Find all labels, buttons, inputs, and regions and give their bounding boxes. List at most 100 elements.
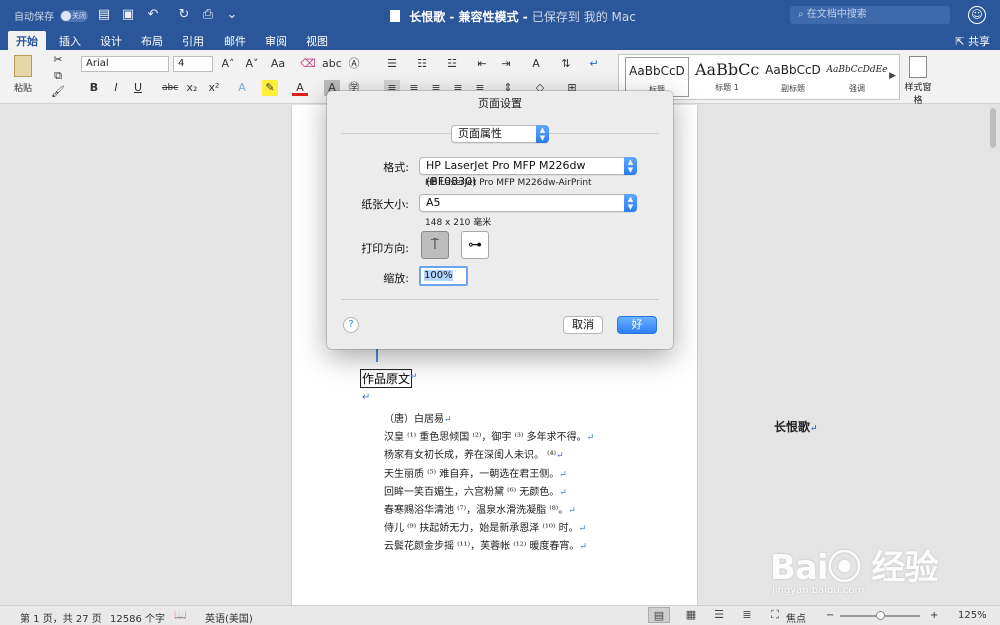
italic-button[interactable]: I: [108, 80, 124, 96]
help-button[interactable]: ?: [343, 317, 359, 333]
tab-layout[interactable]: 布局: [141, 33, 163, 49]
shrink-font-icon[interactable]: A˅: [244, 56, 260, 72]
style-heading-1[interactable]: AaBbCc 标题 1: [695, 57, 759, 97]
format-sub: HP LaserJet Pro MFP M226dw-AirPrint: [425, 178, 592, 188]
poem-line: 天生丽质 ⁽⁵⁾ 难自弃，一朝选在君王侧。↵: [384, 465, 594, 483]
tab-home[interactable]: 开始: [8, 31, 46, 50]
numbering-icon[interactable]: ☷: [414, 56, 430, 72]
superscript-button[interactable]: x²: [206, 80, 222, 96]
poem-body[interactable]: 长恨歌↵ （唐）白居易↵ 汉皇 ⁽¹⁾ 重色思倾国 ⁽²⁾，御宇 ⁽³⁾ 多年求…: [384, 410, 818, 556]
grow-font-icon[interactable]: A˄: [220, 56, 236, 72]
style-preview: AaBbCcD: [765, 63, 821, 77]
zoom-slider-knob[interactable]: [876, 611, 885, 620]
customize-toolbar-icon[interactable]: ⌄: [224, 7, 240, 23]
format-select[interactable]: HP LaserJet Pro MFP M226dw (BF0830) ▲ ▼: [419, 157, 637, 188]
character-border-icon[interactable]: Ⓐ: [346, 56, 362, 72]
web-layout-view-icon[interactable]: ▦: [680, 607, 702, 623]
styles-pane-icon: [909, 56, 927, 78]
bullets-icon[interactable]: ☰: [384, 56, 400, 72]
highlight-icon[interactable]: ✎: [262, 80, 278, 96]
paragraph-mark: ↵: [410, 372, 418, 382]
paper-size-select[interactable]: A5 ▲ ▼: [419, 194, 637, 212]
draft-view-icon[interactable]: ≣: [736, 607, 758, 623]
account-avatar-icon[interactable]: ☺: [968, 6, 986, 24]
paste-button[interactable]: 粘贴: [10, 55, 36, 94]
sort-icon[interactable]: ⇅: [558, 56, 574, 72]
chevron-updown-icon: ▲ ▼: [624, 194, 637, 212]
language-status[interactable]: 英语(美国): [205, 610, 253, 625]
save-icon[interactable]: ▣: [120, 7, 136, 23]
zoom-slider[interactable]: [840, 611, 920, 620]
underline-button[interactable]: U: [130, 80, 146, 96]
focus-icon[interactable]: ⛶: [764, 607, 786, 623]
tab-review[interactable]: 审阅: [265, 33, 287, 49]
word-count[interactable]: 12586 个字: [110, 610, 165, 625]
font-name-select[interactable]: Arial: [81, 56, 169, 72]
text-effects-icon[interactable]: A: [234, 80, 250, 96]
share-label: 共享: [968, 35, 990, 48]
doc-name: 长恨歌: [409, 10, 446, 24]
decrease-indent-icon[interactable]: ⇤: [474, 56, 490, 72]
landscape-orientation-icon[interactable]: ⊶: [461, 231, 489, 259]
section-heading[interactable]: 作品原文: [360, 369, 413, 388]
tab-design[interactable]: 设计: [100, 33, 122, 49]
share-icon: ⇱: [955, 35, 968, 48]
undo-icon[interactable]: ↶: [145, 7, 161, 23]
copy-icon[interactable]: ⧉: [50, 68, 66, 84]
ok-button[interactable]: 好: [617, 316, 657, 334]
proofing-icon[interactable]: 📖: [174, 610, 186, 621]
zoom-out-icon[interactable]: −: [826, 610, 834, 621]
poem-title: 长恨歌↵: [774, 418, 818, 436]
portrait-orientation-icon[interactable]: ⍑: [421, 231, 449, 259]
chevron-updown-icon: ▲ ▼: [536, 125, 549, 143]
styles-pane-button[interactable]: 样式窗格: [904, 56, 932, 106]
style-subtitle[interactable]: AaBbCcD 副标题: [761, 57, 825, 97]
poem-author: （唐）白居易↵: [384, 410, 594, 428]
show-paragraph-marks-icon[interactable]: ↵: [586, 56, 602, 72]
status-bar: 第 1 页，共 27 页 12586 个字 📖 英语(美国) ▤ ▦ ☰ ≣ ⛶…: [0, 605, 1000, 625]
clear-formatting-icon[interactable]: ⌫: [300, 56, 316, 72]
poem-line: 汉皇 ⁽¹⁾ 重色思倾国 ⁽²⁾，御宇 ⁽³⁾ 多年求不得。↵: [384, 428, 594, 446]
font-size-select[interactable]: 4: [173, 56, 213, 72]
outline-view-icon[interactable]: ☰: [708, 607, 730, 623]
tab-insert[interactable]: 插入: [59, 33, 81, 49]
autosave-toggle[interactable]: 关闭: [60, 9, 88, 22]
bold-button[interactable]: B: [86, 80, 102, 96]
tab-references[interactable]: 引用: [182, 33, 204, 49]
zoom-level[interactable]: 125%: [958, 610, 987, 621]
multilevel-list-icon[interactable]: ☳: [444, 56, 460, 72]
cut-icon[interactable]: ✂: [50, 52, 66, 68]
scale-value: 100%: [424, 270, 453, 281]
poem-line-text: 长恨歌: [774, 420, 811, 434]
font-color-icon[interactable]: A: [292, 80, 308, 96]
search-box[interactable]: ⌕ 在文档中搜索: [790, 6, 950, 24]
cancel-button[interactable]: 取消: [563, 316, 603, 334]
style-preview: AaBbCcDdEe: [826, 65, 888, 75]
title-bar: 自动保存 关闭 ▤ ▣ ↶ ↻ ⎙ ⌄ 长恨歌 - 兼容性模式 - 已保存到 我…: [0, 0, 1000, 30]
share-button[interactable]: ⇱ 共享: [955, 33, 990, 49]
settings-popup[interactable]: 页面属性 ▲ ▼: [451, 125, 549, 143]
focus-label[interactable]: 焦点: [786, 610, 806, 625]
style-emphasis[interactable]: AaBbCcDdEe 强调: [825, 57, 889, 97]
print-layout-view-icon[interactable]: ▤: [648, 607, 670, 623]
tab-mailings[interactable]: 邮件: [224, 33, 246, 49]
watermark-brand-cn: 经验: [871, 548, 938, 588]
print-icon[interactable]: ⎙: [200, 7, 216, 23]
zoom-in-icon[interactable]: +: [930, 610, 938, 621]
strikethrough-button[interactable]: abc: [162, 80, 178, 96]
paragraph-mark: ↵: [362, 392, 371, 403]
increase-indent-icon[interactable]: ⇥: [498, 56, 514, 72]
change-case-icon[interactable]: Aa: [270, 56, 286, 72]
phonetic-guide-icon[interactable]: abc: [322, 56, 342, 72]
format-painter-icon[interactable]: 🖌: [50, 84, 66, 100]
tab-view[interactable]: 视图: [306, 33, 328, 49]
page-count[interactable]: 第 1 页，共 27 页: [20, 610, 102, 625]
poem-line-text: 回眸一笑百媚生，六宫粉黛 ⁽⁶⁾ 无颜色。: [384, 486, 560, 498]
styles-more-icon[interactable]: ▶: [889, 71, 896, 81]
redo-icon[interactable]: ↻: [176, 7, 192, 23]
scale-input[interactable]: 100%: [419, 266, 468, 286]
subscript-button[interactable]: x₂: [184, 80, 200, 96]
asian-layout-icon[interactable]: A: [528, 56, 544, 72]
vertical-scrollbar[interactable]: [990, 108, 996, 148]
sidebar-icon[interactable]: ▤: [96, 7, 112, 23]
